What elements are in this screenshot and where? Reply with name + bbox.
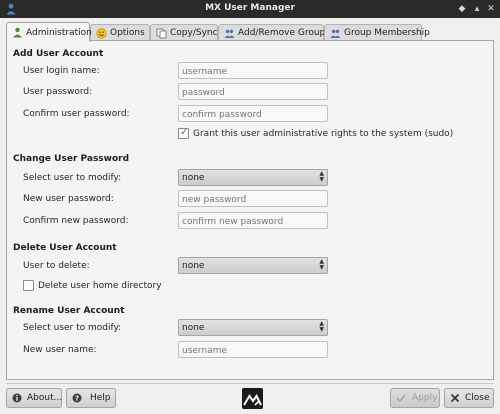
close-button[interactable]: Close xyxy=(444,388,494,408)
mx-logo xyxy=(242,388,263,409)
login-name-input[interactable] xyxy=(178,62,328,79)
change-password-user-select[interactable]: none ▲ ▼ xyxy=(178,169,328,186)
tab-label: Group Membership xyxy=(344,28,430,38)
title-bar: MX User Manager ◆ ▴ ✕ xyxy=(0,0,500,18)
tab-add-remove-groups[interactable]: Add/Remove Groups xyxy=(218,24,330,41)
select-value: none xyxy=(182,323,205,333)
window-title: MX User Manager xyxy=(205,3,295,13)
spin-arrows-icon: ▲ ▼ xyxy=(319,170,324,183)
confirm-new-password-label: Confirm new password: xyxy=(23,216,129,226)
close-icon xyxy=(450,393,460,403)
new-password-label: New user password: xyxy=(23,194,114,204)
select-user-label: Select user to modify: xyxy=(23,173,122,183)
delete-home-label: Delete user home directory xyxy=(38,281,162,291)
help-button[interactable]: ? Help xyxy=(66,388,116,408)
confirm-password-label: Confirm user password: xyxy=(23,109,130,119)
copy-icon xyxy=(156,28,167,39)
delete-home-checkbox[interactable] xyxy=(23,280,34,291)
tab-administration[interactable]: Administration xyxy=(6,22,92,42)
checkmark-icon xyxy=(396,394,406,403)
rename-user-select[interactable]: none ▲ ▼ xyxy=(178,319,328,336)
new-user-name-input[interactable] xyxy=(178,341,328,358)
confirm-new-password-input[interactable] xyxy=(178,212,328,229)
about-button[interactable]: About... xyxy=(6,388,62,408)
svg-text:?: ? xyxy=(75,395,79,403)
tab-label: Administration xyxy=(26,28,92,38)
close-label: Close xyxy=(465,393,490,403)
rename-select-user-label: Select user to modify: xyxy=(23,323,122,333)
footer-divider xyxy=(6,383,494,384)
about-label: About... xyxy=(27,393,63,403)
smiley-icon xyxy=(96,28,107,39)
tab-copy-sync[interactable]: Copy/Sync xyxy=(150,24,218,41)
info-icon xyxy=(12,393,22,403)
sudo-checkbox[interactable]: ✓ xyxy=(178,127,189,139)
apply-label: Apply xyxy=(412,393,438,403)
select-value: none xyxy=(182,261,205,271)
spin-arrows-icon: ▲ ▼ xyxy=(319,258,324,271)
maximize-icon[interactable]: ▴ xyxy=(471,3,483,15)
user-to-delete-label: User to delete: xyxy=(23,261,90,271)
keep-above-icon[interactable]: ◆ xyxy=(456,3,468,15)
tab-label: Options xyxy=(110,28,145,38)
help-label: Help xyxy=(90,393,111,403)
group-icon xyxy=(224,29,235,38)
tab-group-membership[interactable]: Group Membership xyxy=(324,24,430,41)
close-window-icon[interactable]: ✕ xyxy=(485,3,497,15)
tab-label: Copy/Sync xyxy=(170,28,218,38)
spin-arrows-icon: ▲ ▼ xyxy=(319,320,324,333)
user-password-input[interactable] xyxy=(178,83,328,100)
tab-label: Add/Remove Groups xyxy=(238,28,330,38)
delete-user-select[interactable]: none ▲ ▼ xyxy=(178,257,328,274)
checkmark-icon: ✓ xyxy=(180,127,189,138)
tab-options[interactable]: Options xyxy=(90,24,150,41)
new-password-input[interactable] xyxy=(178,190,328,207)
rename-user-heading: Rename User Account xyxy=(13,306,125,316)
apply-button[interactable]: Apply xyxy=(390,388,440,408)
group-membership-icon xyxy=(330,29,341,38)
change-password-heading: Change User Password xyxy=(13,154,130,164)
sudo-label: Grant this user administrative rights to… xyxy=(193,129,454,139)
user-password-label: User password: xyxy=(23,87,93,97)
login-name-label: User login name: xyxy=(23,66,100,76)
select-value: none xyxy=(182,173,205,183)
add-user-heading: Add User Account xyxy=(13,49,104,59)
user-icon xyxy=(13,27,22,38)
help-icon: ? xyxy=(72,393,82,403)
new-user-name-label: New user name: xyxy=(23,345,97,355)
delete-user-heading: Delete User Account xyxy=(13,243,117,253)
confirm-password-input[interactable] xyxy=(178,105,328,122)
